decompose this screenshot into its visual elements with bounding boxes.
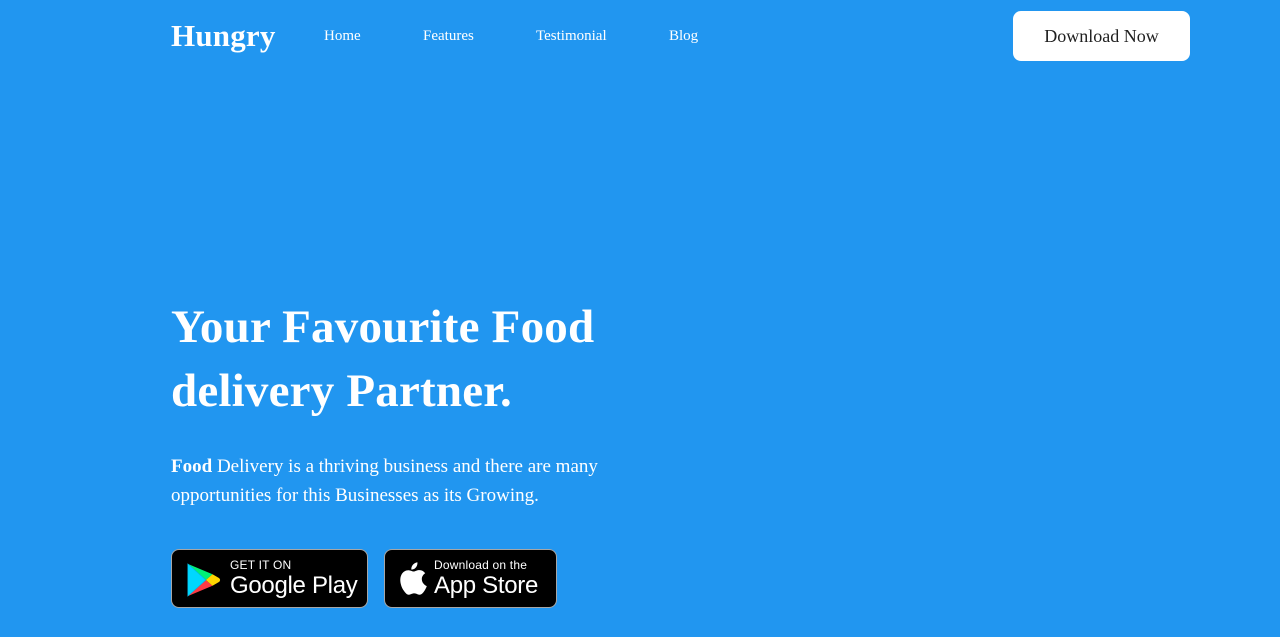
brand-logo[interactable]: Hungry (171, 16, 276, 56)
google-play-small-text: GET IT ON (230, 558, 292, 572)
app-store-badge[interactable]: Download on the App Store (384, 549, 557, 608)
google-play-badge[interactable]: GET IT ON Google Play (171, 549, 368, 608)
download-now-button[interactable]: Download Now (1013, 11, 1190, 61)
app-store-large-text: App Store (434, 572, 539, 599)
nav-testimonial-link[interactable]: Testimonial (536, 26, 607, 46)
hero-description: Food Delivery is a thriving business and… (171, 452, 641, 510)
nav-blog-link[interactable]: Blog (669, 26, 698, 46)
apple-icon (400, 562, 427, 595)
nav-features-link[interactable]: Features (423, 26, 474, 46)
site-header: Hungry Home Features Testimonial Blog Do… (0, 0, 1280, 72)
nav-home-link[interactable]: Home (324, 26, 361, 46)
hero-description-bold: Food (171, 456, 213, 477)
google-play-icon (187, 563, 221, 597)
app-store-small-text: Download on the (434, 558, 528, 572)
hero-description-text: Delivery is a thriving business and ther… (171, 456, 598, 506)
google-play-large-text: Google Play (230, 572, 358, 599)
hero-title: Your Favourite Food delivery Partner. (171, 301, 595, 417)
